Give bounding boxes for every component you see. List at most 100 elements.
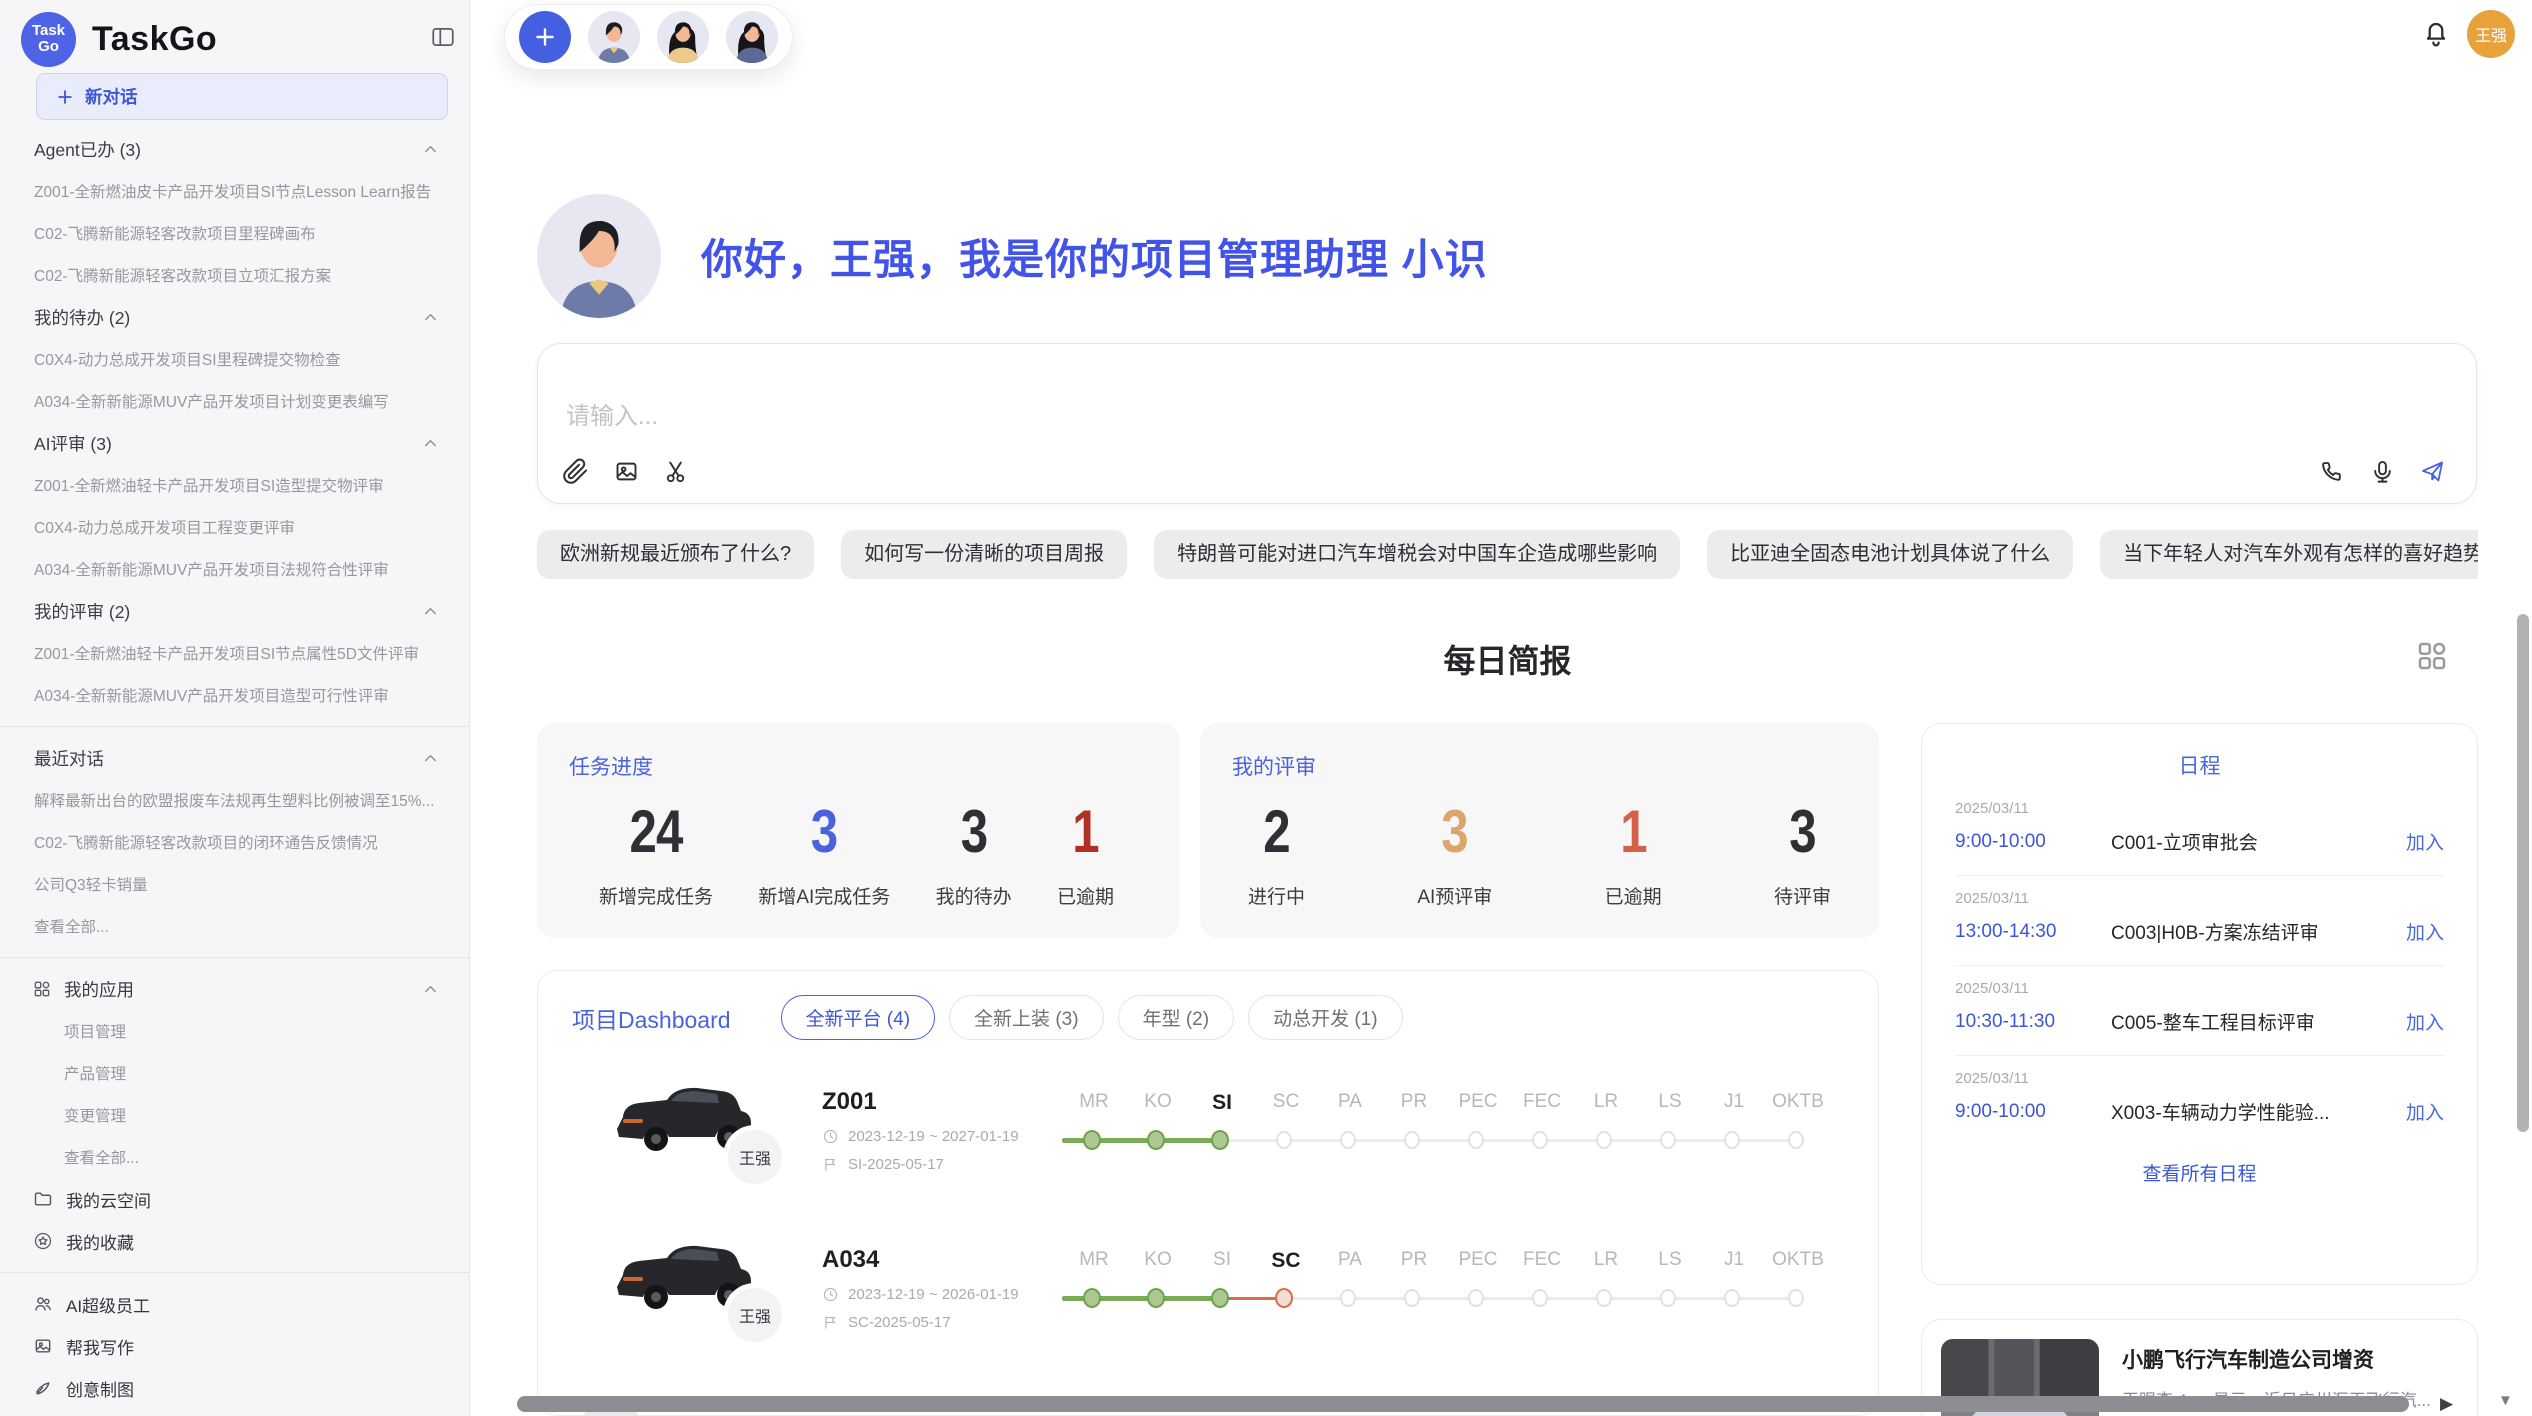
chevron-up-icon[interactable] bbox=[421, 749, 440, 768]
agent-switcher bbox=[504, 4, 793, 70]
stat-card-title: 任务进度 bbox=[569, 751, 1180, 781]
sidebar-link-photo[interactable]: 帮我写作 bbox=[0, 1325, 470, 1367]
voice-call-icon[interactable] bbox=[2319, 458, 2346, 485]
screenshot-icon[interactable] bbox=[664, 458, 691, 485]
sidebar-item[interactable]: A034-全新新能源MUV产品开发项目造型可行性评审 bbox=[0, 674, 470, 716]
sidebar-item[interactable]: C0X4-动力总成开发项目SI里程碑提交物检查 bbox=[0, 338, 470, 380]
dashboard-tab[interactable]: 动总开发 (1) bbox=[1248, 995, 1403, 1040]
chevron-up-icon[interactable] bbox=[421, 434, 440, 453]
milestone-label: OKTB bbox=[1766, 1249, 1830, 1273]
sidebar-item[interactable]: A034-全新新能源MUV产品开发项目法规符合性评审 bbox=[0, 548, 470, 590]
attach-file-icon[interactable] bbox=[562, 458, 589, 485]
vertical-scrollbar-thumb[interactable] bbox=[2517, 614, 2529, 1132]
milestone-label: SI bbox=[1190, 1091, 1254, 1115]
sidebar-item[interactable]: 解释最新出台的欧盟报废车法规再生塑料比例被调至15%... bbox=[0, 779, 470, 821]
milestone-dot bbox=[1468, 1131, 1484, 1149]
sidebar-item[interactable]: C02-飞腾新能源轻客改款项目的闭环通告反馈情况 bbox=[0, 821, 470, 863]
suggestion-chip[interactable]: 如何写一份清晰的项目周报 bbox=[841, 530, 1127, 579]
user-avatar[interactable]: 王强 bbox=[2467, 10, 2515, 58]
sidebar-item[interactable]: A034-全新新能源MUV产品开发项目计划变更表编写 bbox=[0, 380, 470, 422]
suggestion-chip[interactable]: 当下年轻人对汽车外观有怎样的喜好趋势 bbox=[2100, 530, 2478, 579]
stat: 1 已逾期 bbox=[1057, 797, 1114, 909]
microphone-icon[interactable] bbox=[2369, 458, 2396, 485]
new-chat-button[interactable]: 新对话 bbox=[36, 73, 448, 120]
sidebar-link-star[interactable]: 我的收藏 bbox=[0, 1220, 470, 1262]
join-link[interactable]: 加入 bbox=[2406, 1098, 2444, 1125]
dashboard-tab[interactable]: 年型 (2) bbox=[1118, 995, 1235, 1040]
agent-avatar-1[interactable] bbox=[588, 11, 640, 63]
sidebar: Task Go TaskGo 新对话 Agent已办 (3) Z001-全新燃油… bbox=[0, 0, 470, 1416]
stat-label: 进行中 bbox=[1248, 882, 1305, 909]
stat-value: 3 bbox=[770, 797, 878, 866]
stat-label: 已逾期 bbox=[1605, 882, 1662, 909]
milestone-dot bbox=[1532, 1289, 1548, 1307]
sidebar-item[interactable]: C02-飞腾新能源轻客改款项目里程碑画布 bbox=[0, 212, 470, 254]
sidebar-list: Agent已办 (3) Z001-全新燃油皮卡产品开发项目SI节点Lesson … bbox=[0, 128, 470, 1409]
chevron-up-icon[interactable] bbox=[421, 602, 440, 621]
milestone-label: OKTB bbox=[1766, 1091, 1830, 1115]
milestone-label: FEC bbox=[1510, 1249, 1574, 1273]
agent-avatar-2[interactable] bbox=[657, 11, 709, 63]
project-row: 王强 A034 2023-12-19 ~ 2026-01-19 SC-2025-… bbox=[538, 1229, 1878, 1387]
join-link[interactable]: 加入 bbox=[2406, 828, 2444, 855]
join-link[interactable]: 加入 bbox=[2406, 918, 2444, 945]
add-agent-button[interactable] bbox=[519, 11, 571, 63]
sidebar-item[interactable]: 产品管理 bbox=[0, 1052, 470, 1094]
sidebar-section-my-apps[interactable]: 我的应用 bbox=[0, 968, 470, 1010]
chevron-up-icon[interactable] bbox=[421, 980, 440, 999]
suggestion-chip[interactable]: 欧洲新规最近颁布了什么? bbox=[537, 530, 814, 579]
chevron-up-icon[interactable] bbox=[421, 308, 440, 327]
view-all-schedule-link[interactable]: 查看所有日程 bbox=[1955, 1159, 2444, 1186]
sidebar-section-header[interactable]: 最近对话 bbox=[0, 737, 470, 779]
attach-image-icon[interactable] bbox=[613, 458, 640, 485]
send-icon[interactable] bbox=[2419, 458, 2446, 485]
sidebar-section-header[interactable]: AI评审 (3) bbox=[0, 422, 470, 464]
stat-label: 已逾期 bbox=[1057, 882, 1114, 909]
sidebar-link-folder[interactable]: 我的云空间 bbox=[0, 1178, 470, 1220]
milestone-dot bbox=[1596, 1289, 1612, 1307]
sidebar-item[interactable]: Z001-全新燃油皮卡产品开发项目SI节点Lesson Learn报告 bbox=[0, 170, 470, 212]
scroll-right-arrow-icon[interactable]: ▶ bbox=[2440, 1394, 2453, 1414]
sidebar-link-quill[interactable]: 创意制图 bbox=[0, 1367, 470, 1409]
sidebar-item[interactable]: Z001-全新燃油轻卡产品开发项目SI造型提交物评审 bbox=[0, 464, 470, 506]
sidebar-section-header[interactable]: Agent已办 (3) bbox=[0, 128, 470, 170]
greeting: 你好，王强，我是你的项目管理助理 小识 bbox=[537, 194, 1488, 318]
event-time: 13:00-14:30 bbox=[1955, 921, 2111, 943]
chat-input[interactable] bbox=[564, 402, 1964, 432]
stat-value: 3 bbox=[942, 797, 1004, 866]
sidebar-item[interactable]: Z001-全新燃油轻卡产品开发项目SI节点属性5D文件评审 bbox=[0, 632, 470, 674]
agent-avatar-3[interactable] bbox=[726, 11, 778, 63]
collapse-sidebar-icon[interactable] bbox=[430, 24, 456, 50]
milestone-dot bbox=[1788, 1131, 1804, 1149]
sidebar-item[interactable]: 公司Q3轻卡销量 bbox=[0, 863, 470, 905]
event-time: 10:30-11:30 bbox=[1955, 1011, 2111, 1033]
suggestion-chip[interactable]: 比亚迪全固态电池计划具体说了什么 bbox=[1707, 530, 2073, 579]
suggestion-chip[interactable]: 特朗普可能对进口汽车增税会对中国车企造成哪些影响 bbox=[1154, 530, 1680, 579]
milestone-dot bbox=[1083, 1288, 1101, 1308]
join-link[interactable]: 加入 bbox=[2406, 1008, 2444, 1035]
sidebar-item[interactable]: 变更管理 bbox=[0, 1094, 470, 1136]
project-row: 王强 Z001 2023-12-19 ~ 2027-01-19 SI-2025-… bbox=[538, 1071, 1878, 1229]
sidebar-item[interactable]: 查看全部... bbox=[0, 905, 470, 947]
milestone-dot bbox=[1404, 1289, 1420, 1307]
event-date: 2025/03/11 bbox=[1955, 890, 2444, 907]
plus-icon bbox=[55, 87, 75, 107]
briefing-layout-icon[interactable] bbox=[2414, 638, 2450, 674]
sidebar-link-people[interactable]: AI超级员工 bbox=[0, 1283, 470, 1325]
scroll-down-arrow-icon[interactable]: ▼ bbox=[2498, 1392, 2513, 1409]
sidebar-section-title: 最近对话 bbox=[34, 746, 421, 771]
sidebar-section-header[interactable]: 我的评审 (2) bbox=[0, 590, 470, 632]
dashboard-tab[interactable]: 全新平台 (4) bbox=[781, 995, 936, 1040]
sidebar-item[interactable]: 查看全部... bbox=[0, 1136, 470, 1178]
dashboard-tab[interactable]: 全新上装 (3) bbox=[949, 995, 1104, 1040]
chevron-up-icon[interactable] bbox=[421, 140, 440, 159]
horizontal-scrollbar-thumb[interactable] bbox=[517, 1396, 2409, 1412]
milestone-label: J1 bbox=[1702, 1091, 1766, 1115]
sidebar-section-header[interactable]: 我的待办 (2) bbox=[0, 296, 470, 338]
sidebar-item[interactable]: 项目管理 bbox=[0, 1010, 470, 1052]
milestone-track: MRKOSISCPAPRPECFECLRLSJ1OKTB bbox=[1062, 1229, 1830, 1318]
notifications-bell-icon[interactable] bbox=[2420, 18, 2452, 50]
milestone-label: J1 bbox=[1702, 1249, 1766, 1273]
sidebar-item[interactable]: C02-飞腾新能源轻客改款项目立项汇报方案 bbox=[0, 254, 470, 296]
sidebar-item[interactable]: C0X4-动力总成开发项目工程变更评审 bbox=[0, 506, 470, 548]
